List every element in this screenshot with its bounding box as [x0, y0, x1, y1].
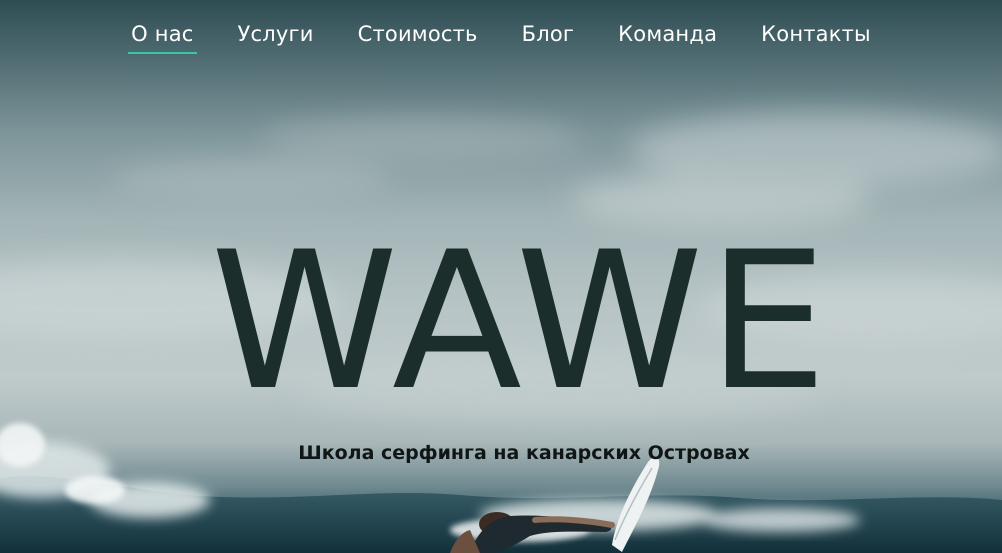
main-nav: О нас Услуги Стоимость Блог Команда Конт… — [0, 22, 1002, 54]
brand-title: WAWE — [210, 211, 832, 432]
nav-item-pricing[interactable]: Стоимость — [358, 22, 478, 54]
hero-tagline: Школа серфинга на канарских Островах — [298, 442, 750, 464]
nav-item-services[interactable]: Услуги — [238, 22, 314, 54]
hero-section: О нас Услуги Стоимость Блог Команда Конт… — [0, 0, 1002, 553]
nav-item-contacts[interactable]: Контакты — [761, 22, 871, 54]
nav-item-about[interactable]: О нас — [128, 22, 197, 54]
nav-item-blog[interactable]: Блог — [522, 22, 575, 54]
nav-item-team[interactable]: Команда — [618, 22, 717, 54]
